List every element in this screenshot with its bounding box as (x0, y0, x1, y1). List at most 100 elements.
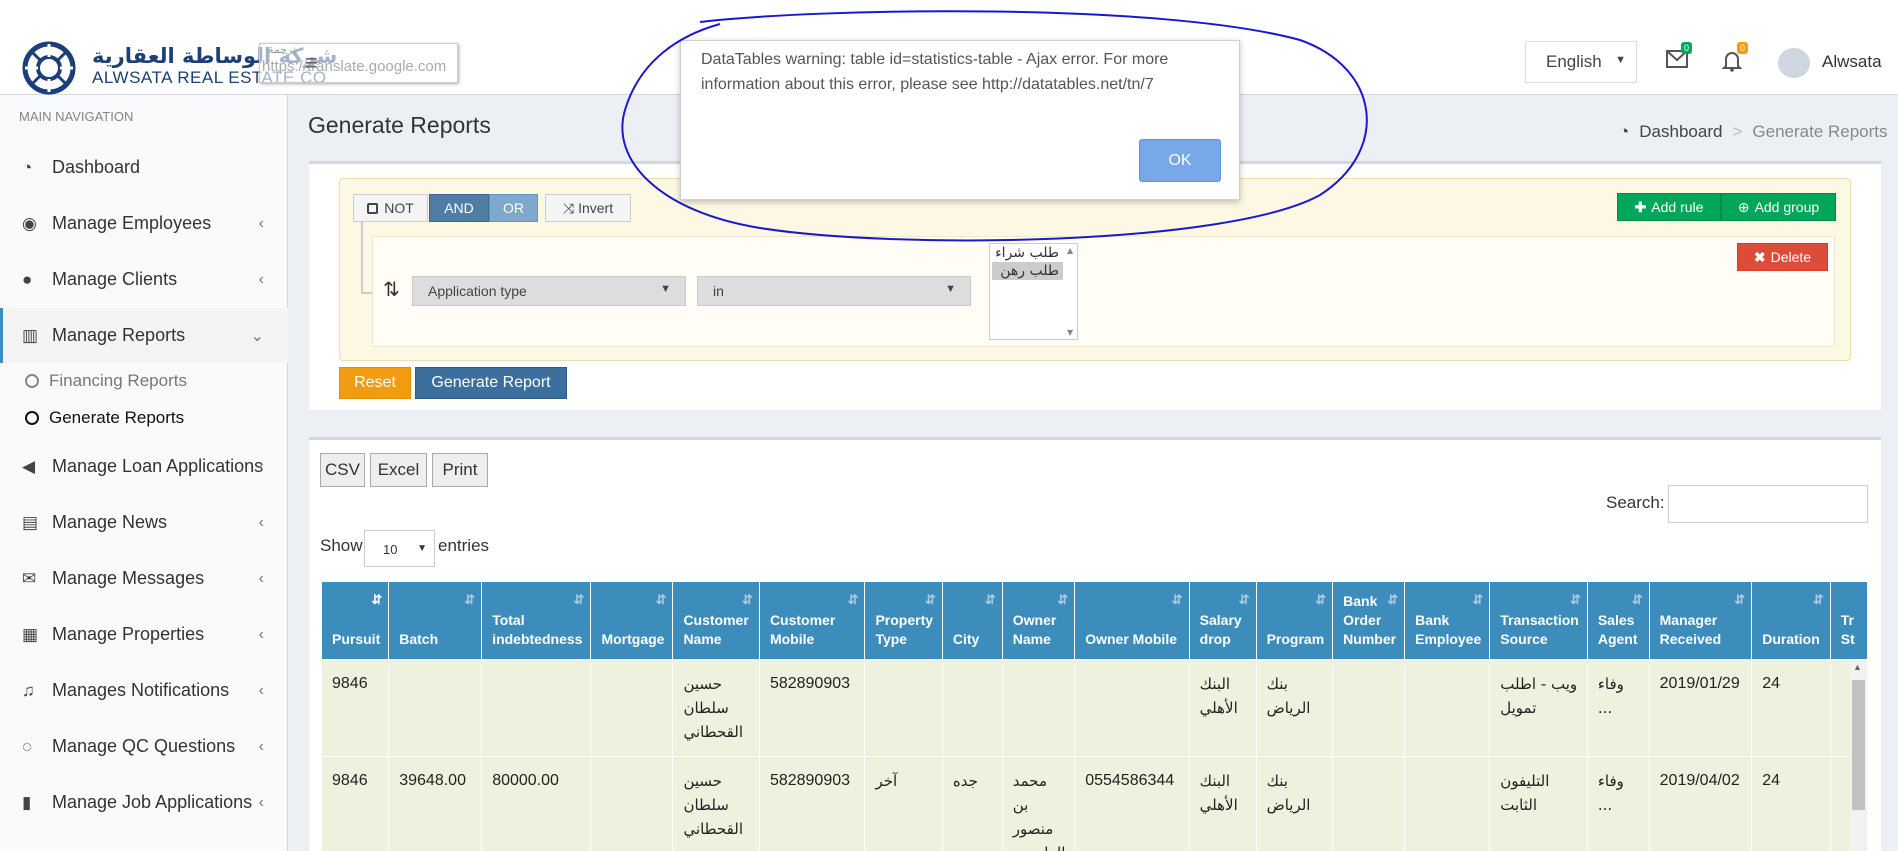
plus-circle-icon: ⊕ (1737, 198, 1750, 215)
column-header[interactable]: ⇵ Transaction Source (1489, 581, 1588, 660)
menu-toggle-icon[interactable]: ≡ (305, 50, 318, 76)
dashboard-icon: ◔ (22, 157, 33, 177)
sidebar-item-dashboard[interactable]: ◔ Dashboard (0, 140, 288, 195)
sidebar-item-clients[interactable]: ● Manage Clients ‹ (0, 252, 288, 307)
table-row[interactable]: 9846 حسين سلطان القحطاني 582890903 البنك… (321, 659, 1868, 757)
column-header[interactable]: ⇵ Bank Employee (1404, 581, 1491, 660)
sidebar-item-notifications[interactable]: ♫ Manages Notifications ‹ (0, 663, 288, 718)
rule-value-multiselect[interactable]: طلب شراء طلب رهن ▲ ▼ (989, 243, 1078, 340)
circle-icon (25, 374, 39, 388)
add-rule-button[interactable]: ✚ Add rule (1617, 193, 1721, 221)
csv-button[interactable]: CSV (320, 453, 365, 487)
column-header[interactable]: ⇵ Customer Name (672, 581, 760, 660)
reset-button[interactable]: Reset (339, 367, 411, 399)
table-row[interactable]: 9846 39648.00 80000.00 حسين سلطان القحطا… (321, 756, 1868, 851)
sort-icon: ⇵ (1631, 592, 1643, 607)
delete-rule-button[interactable]: ✖ Delete (1737, 243, 1828, 271)
language-select[interactable]: English ▼ (1525, 41, 1637, 83)
excel-button[interactable]: Excel (370, 453, 427, 487)
table-cell: 24 (1751, 659, 1831, 757)
column-header[interactable]: ⇵ Duration (1751, 581, 1831, 660)
sidebar-item-label: Manage QC Questions (52, 736, 236, 756)
rule-field-select[interactable]: Application type ▼ (412, 276, 686, 306)
ok-button[interactable]: OK (1139, 139, 1221, 182)
value-option[interactable]: طلب شراء (990, 244, 1063, 262)
column-header[interactable]: ⇵ Pursuit (321, 581, 390, 660)
table-cell: وفاء ... (1586, 659, 1650, 757)
generate-report-button[interactable]: Generate Report (415, 367, 567, 399)
user-avatar[interactable] (1778, 48, 1810, 78)
bar-chart-icon: ▥ (22, 325, 39, 345)
sidebar-item-job-applications[interactable]: ▮ Manage Job Applications ‹ (0, 775, 288, 830)
search-input[interactable] (1668, 485, 1868, 523)
sidebar-item-messages[interactable]: ✉ Manage Messages ‹ (0, 551, 288, 606)
caret-down-icon: ▼ (417, 543, 427, 554)
scrollbar[interactable]: ▲ ▼ (1065, 244, 1077, 339)
sidebar-subitem-label: Financing Reports (49, 371, 187, 390)
comment-icon: ◌ (22, 736, 33, 756)
table-cell: التليفون الثابت (1489, 756, 1588, 851)
sidebar-item-properties[interactable]: ▦ Manage Properties ‹ (0, 607, 288, 662)
table-cell (1074, 659, 1190, 757)
scroll-up-icon[interactable]: ▲ (1853, 662, 1862, 672)
statistics-table: ⇵ Pursuit ⇵ Batch ⇵ Total indebtedness ⇵ Mor… (321, 581, 1868, 851)
sort-icon: ⇵ (924, 592, 936, 607)
value-option-selected[interactable]: طلب رهن (992, 262, 1063, 280)
sort-icon: ⇵ (655, 592, 667, 607)
entries-label: entries (438, 536, 490, 555)
sort-icon: ⇵ (1812, 592, 1824, 607)
chevron-left-icon: ‹ (258, 457, 264, 475)
column-header[interactable]: ⇵ Salary drop (1188, 581, 1257, 660)
column-header[interactable]: ⇵ Sales Agent (1586, 581, 1650, 660)
bell-icon[interactable] (1721, 50, 1743, 78)
sidebar: MAIN NAVIGATION ◔ Dashboard ◉ Manage Emp… (0, 95, 288, 851)
not-toggle[interactable]: NOT (353, 194, 428, 222)
column-header[interactable]: ⇵ Program (1255, 581, 1334, 660)
rule-operator-select[interactable]: in ▼ (697, 276, 971, 306)
sidebar-item-news[interactable]: ▤ Manage News ‹ (0, 495, 288, 550)
sidebar-subitem-financing-reports[interactable]: Financing Reports (25, 371, 187, 391)
column-header[interactable]: ⇵ Owner Name (1001, 581, 1076, 660)
scrollbar-thumb[interactable] (1852, 680, 1865, 810)
sort-handle-icon[interactable]: ⇅ (383, 277, 400, 302)
print-button[interactable]: Print (432, 453, 488, 487)
table-cell: 9846 (321, 756, 390, 851)
sidebar-item-employees[interactable]: ◉ Manage Employees ‹ (0, 196, 288, 251)
column-header[interactable]: ⇵ Owner Mobile (1074, 581, 1190, 660)
table-scrollbar[interactable]: ▲ (1850, 662, 1867, 851)
breadcrumb-home[interactable]: Dashboard (1639, 122, 1722, 142)
company-logo (22, 41, 76, 95)
sidebar-item-qc-questions[interactable]: ◌ Manage QC Questions ‹ (0, 719, 288, 774)
sidebar-item-loan-applications[interactable]: ◀ Manage Loan Applications ‹ (0, 439, 288, 494)
employee-icon: ◉ (22, 213, 37, 233)
column-header[interactable]: ⇵ City (941, 581, 1003, 660)
column-header[interactable]: ⇵ Mortgage (590, 581, 674, 660)
table-cell: 80000.00 (481, 756, 592, 851)
sidebar-item-reports[interactable]: ▥ Manage Reports ⌄ (0, 308, 288, 363)
column-header[interactable]: ⇵ Customer Mobile (758, 581, 866, 660)
sort-icon: ⇵ (1569, 592, 1581, 607)
sort-icon: ⇵ (1734, 592, 1746, 607)
invert-label: Invert (578, 200, 614, 216)
and-button[interactable]: AND (429, 194, 489, 222)
sidebar-item-label: Manage News (52, 512, 168, 532)
chevron-left-icon: ‹ (258, 737, 264, 755)
add-group-button[interactable]: ⊕ Add group (1721, 193, 1836, 221)
notifications-badge: 0 (1737, 42, 1749, 54)
sort-icon: ⇵ (984, 592, 996, 607)
column-header[interactable]: Tr St (1829, 581, 1868, 660)
column-header[interactable]: ⇵ Manager Received (1648, 581, 1753, 660)
column-header[interactable]: ⇵ Total indebtedness (481, 581, 592, 660)
sidebar-subitem-generate-reports[interactable]: Generate Reports (25, 408, 184, 428)
users-icon: ● (22, 269, 33, 289)
chevron-down-icon: ⌄ (250, 327, 264, 345)
sidebar-item-label: Manage Loan Applications (52, 456, 264, 476)
sort-icon: ⇵ (371, 592, 383, 607)
entries-length-select[interactable]: 10 ▼ (364, 530, 435, 567)
column-header[interactable]: ⇵ Property Type (864, 581, 943, 660)
column-header[interactable]: ⇵ Bank Order Number (1332, 581, 1406, 660)
column-header[interactable]: ⇵ Batch (388, 581, 483, 660)
invert-button[interactable]: ⤨ Invert (545, 194, 631, 222)
or-button[interactable]: OR (489, 194, 538, 222)
user-name[interactable]: Alwsata (1822, 52, 1882, 72)
